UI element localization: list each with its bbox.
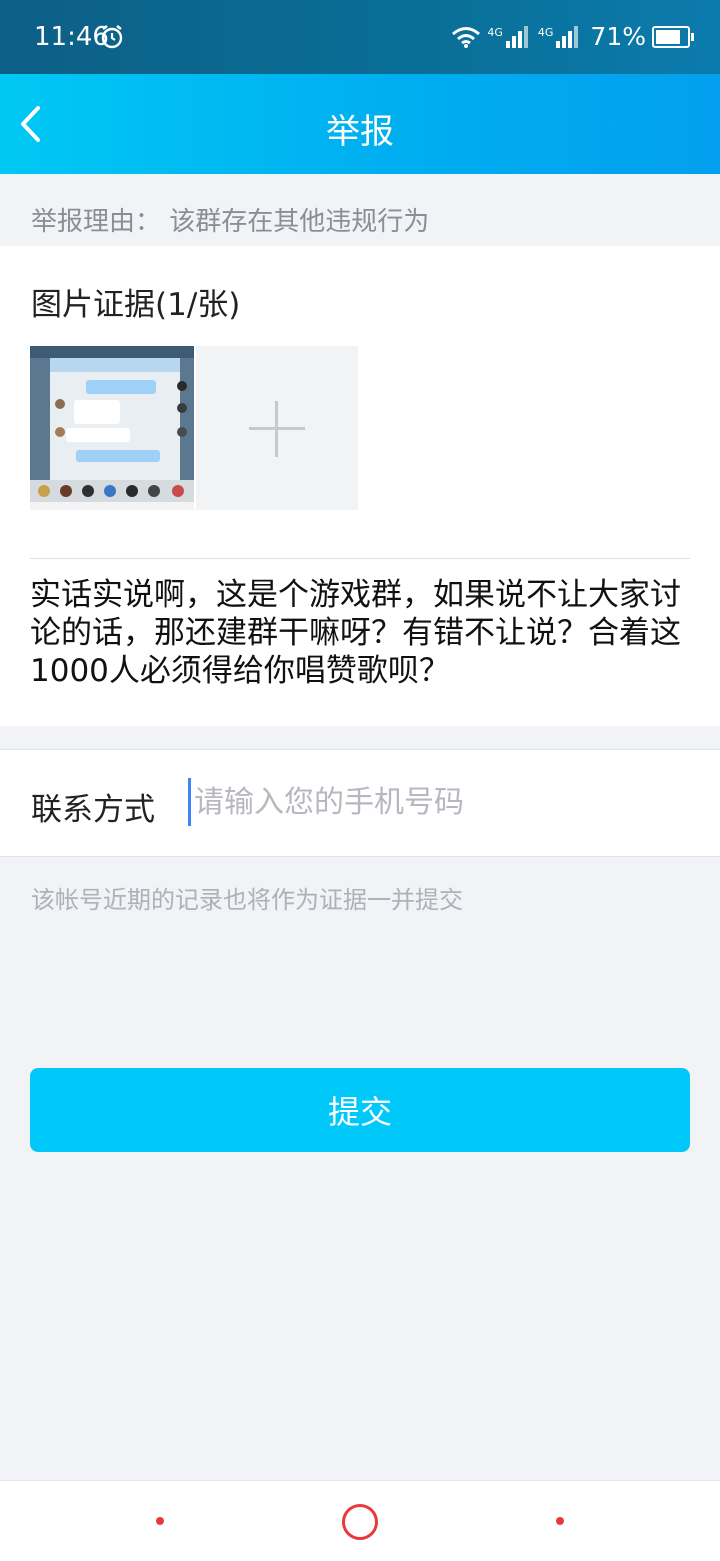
nav-menu-button[interactable]: [156, 1517, 164, 1525]
contact-row: 联系方式: [0, 749, 720, 857]
network-type-1: 4G: [487, 25, 503, 39]
status-bar: 11:46 4G 4G 71%: [0, 0, 720, 74]
submit-button[interactable]: 提交: [30, 1068, 690, 1152]
nav-back-button[interactable]: [556, 1517, 564, 1525]
wifi-icon: [452, 26, 481, 48]
evidence-note: 该帐号近期的记录也将作为证据一并提交: [31, 886, 463, 914]
contact-label: 联系方式: [31, 792, 155, 828]
phone-input[interactable]: [188, 778, 668, 826]
battery-percent: 71%: [590, 22, 646, 51]
description-text[interactable]: 实话实说啊，这是个游戏群，如果说不让大家讨论的话，那还建群干嘛呀？有错不让说？合…: [30, 576, 690, 690]
nav-home-button[interactable]: [342, 1504, 378, 1540]
page-title: 举报: [326, 112, 394, 152]
battery-icon: [652, 25, 694, 48]
add-photo-button[interactable]: [196, 346, 358, 510]
network-type-2: 4G: [537, 25, 554, 39]
status-time: 11:46: [34, 22, 109, 52]
report-reason-text: 举报理由： 该群存在其他违规行为: [31, 207, 430, 237]
system-nav-bar: [0, 1480, 720, 1561]
header-bar: 举报: [0, 74, 720, 174]
signal-icon-2: 4G: [537, 25, 579, 48]
signal-icon-1: 4G: [487, 25, 528, 48]
evidence-thumbnail[interactable]: [30, 346, 194, 510]
report-reason: 举报理由： 该群存在其他违规行为: [0, 174, 720, 246]
evidence-section: 图片证据(1/张) 实话实说啊，这是个游戏群，如果说不让大家讨论的话，那还建群干…: [0, 246, 720, 726]
divider: [30, 558, 690, 559]
alarm-icon: [101, 25, 123, 49]
evidence-title: 图片证据(1/张): [31, 287, 241, 323]
status-indicators: 4G 4G 71%: [451, 22, 694, 51]
screenshot-image: [30, 346, 194, 510]
